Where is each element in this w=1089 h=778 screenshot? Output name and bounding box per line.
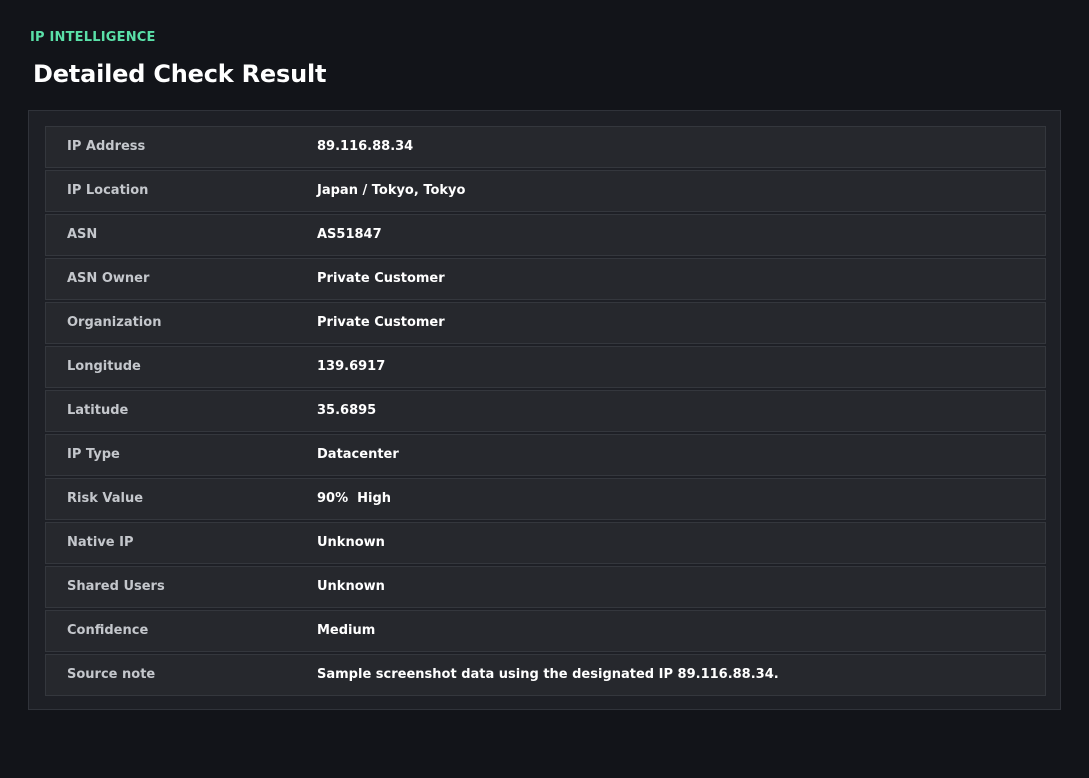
row-label: IP Address	[67, 139, 146, 154]
row-label: Latitude	[67, 403, 129, 418]
row-value: Sample screenshot data using the designa…	[317, 667, 779, 682]
row-value: Unknown	[317, 535, 385, 550]
result-panel: IP Address 89.116.88.34 IP Location Japa…	[28, 110, 1061, 710]
result-table: IP Address 89.116.88.34 IP Location Japa…	[45, 126, 1046, 698]
table-row-latitude: Latitude 35.6895	[45, 390, 1046, 432]
row-label: IP Type	[67, 447, 120, 462]
row-label: Longitude	[67, 359, 141, 374]
table-row-organization: Organization Private Customer	[45, 302, 1046, 344]
row-value: 139.6917	[317, 359, 386, 374]
table-row-ip-address: IP Address 89.116.88.34	[45, 126, 1046, 168]
row-value: Datacenter	[317, 447, 399, 462]
table-row-native-ip: Native IP Unknown	[45, 522, 1046, 564]
table-row-ip-location: IP Location Japan / Tokyo, Tokyo	[45, 170, 1046, 212]
row-label: Native IP	[67, 535, 134, 550]
row-value: AS51847	[317, 227, 382, 242]
row-label: Risk Value	[67, 491, 144, 506]
row-label: Confidence	[67, 623, 149, 638]
section-eyebrow: IP INTELLIGENCE	[30, 30, 156, 45]
row-label: Organization	[67, 315, 162, 330]
page-title: Detailed Check Result	[33, 60, 327, 88]
table-row-ip-type: IP Type Datacenter	[45, 434, 1046, 476]
row-value: Japan / Tokyo, Tokyo	[317, 183, 466, 198]
table-row-source-note: Source note Sample screenshot data using…	[45, 654, 1046, 696]
table-row-shared-users: Shared Users Unknown	[45, 566, 1046, 608]
row-label: Shared Users	[67, 579, 165, 594]
row-value: 35.6895	[317, 403, 377, 418]
row-value: Unknown	[317, 579, 385, 594]
page: IP INTELLIGENCE Detailed Check Result IP…	[0, 0, 1089, 778]
row-value: 89.116.88.34	[317, 139, 414, 154]
row-value: 90% High	[317, 491, 392, 506]
row-label: IP Location	[67, 183, 149, 198]
table-row-asn-owner: ASN Owner Private Customer	[45, 258, 1046, 300]
table-row-asn: ASN AS51847	[45, 214, 1046, 256]
row-value: Private Customer	[317, 315, 445, 330]
row-value: Medium	[317, 623, 376, 638]
table-row-longitude: Longitude 139.6917	[45, 346, 1046, 388]
table-row-confidence: Confidence Medium	[45, 610, 1046, 652]
row-label: ASN	[67, 227, 98, 242]
row-value: Private Customer	[317, 271, 445, 286]
row-label: ASN Owner	[67, 271, 150, 286]
table-row-risk-value: Risk Value 90% High	[45, 478, 1046, 520]
row-label: Source note	[67, 667, 156, 682]
